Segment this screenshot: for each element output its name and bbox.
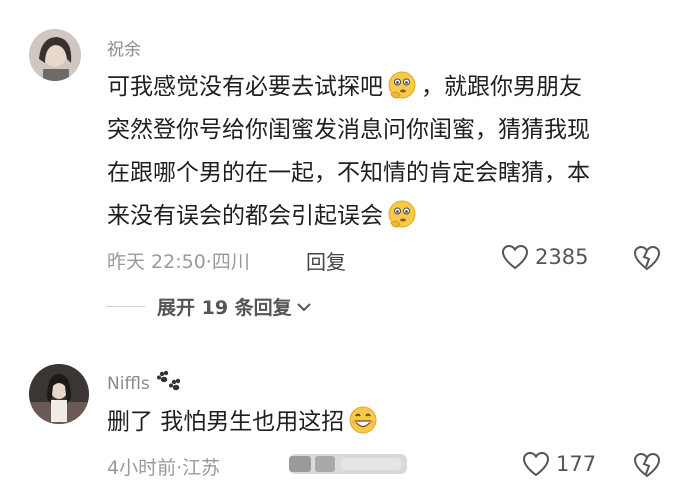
heart-outline-icon bbox=[522, 451, 550, 477]
like-count: 2385 bbox=[535, 245, 589, 269]
timestamp: 昨天 22:50 bbox=[107, 251, 206, 273]
comment-text: 可我感觉没有必要去试探吧 ，就跟你男朋友 突然登你号给你闺蜜发消息问你闺蜜，猜猜我… bbox=[107, 66, 667, 238]
username[interactable]: 祝余 bbox=[107, 35, 141, 60]
broken-heart-icon[interactable] bbox=[633, 245, 661, 271]
like-button[interactable]: 177 bbox=[522, 451, 596, 477]
location: 四川 bbox=[211, 251, 250, 273]
redacted-reply-area bbox=[289, 454, 407, 474]
avatar-image bbox=[29, 364, 89, 424]
thinking-face-emoji bbox=[388, 200, 416, 228]
avatar[interactable] bbox=[29, 29, 81, 81]
grinning-face-emoji bbox=[349, 406, 377, 434]
comment-line: 突然登你号给你闺蜜发消息问你闺蜜，猜猜我现 bbox=[107, 117, 590, 143]
username-text: Niffls bbox=[107, 374, 150, 394]
thinking-face-emoji bbox=[388, 71, 416, 99]
expand-replies-button[interactable]: 展开 19 条回复 bbox=[157, 293, 312, 320]
like-count: 177 bbox=[556, 452, 597, 476]
comment-line: 在跟哪个男的在一起，不知情的肯定会瞎猜，本 bbox=[107, 160, 590, 186]
comment-text-segment: 可我感觉没有必要去试探吧 bbox=[107, 74, 383, 100]
comment-text: 删了 我怕男生也用这招 bbox=[107, 401, 667, 444]
comment-text-segment: 来没有误会的都会引起误会 bbox=[107, 203, 383, 229]
expand-replies-label: 展开 19 条回复 bbox=[157, 297, 292, 319]
location: 江苏 bbox=[182, 457, 221, 479]
timestamp: 4小时前 bbox=[107, 457, 177, 479]
comment-line: 可我感觉没有必要去试探吧 ，就跟你男朋友 bbox=[107, 66, 667, 109]
comment-text-segment: 删了 我怕男生也用这招 bbox=[107, 409, 345, 435]
avatar[interactable] bbox=[29, 364, 89, 424]
divider bbox=[107, 306, 145, 307]
heart-outline-icon bbox=[501, 244, 529, 270]
chevron-down-icon bbox=[296, 302, 311, 311]
paw-prints-icon bbox=[157, 370, 181, 391]
avatar-image bbox=[29, 29, 81, 81]
reply-button[interactable]: 回复 bbox=[306, 246, 346, 275]
comment-line: 来没有误会的都会引起误会 bbox=[107, 195, 667, 238]
broken-heart-icon[interactable] bbox=[633, 452, 661, 478]
comment-line: 删了 我怕男生也用这招 bbox=[107, 401, 667, 444]
like-button[interactable]: 2385 bbox=[501, 244, 588, 270]
comment-text-segment: ，就跟你男朋友 bbox=[421, 74, 582, 100]
comment-meta: 4小时前·江苏 bbox=[107, 453, 220, 480]
comment-meta: 昨天 22:50·四川 bbox=[107, 247, 250, 274]
username[interactable]: Niffls bbox=[107, 370, 183, 394]
